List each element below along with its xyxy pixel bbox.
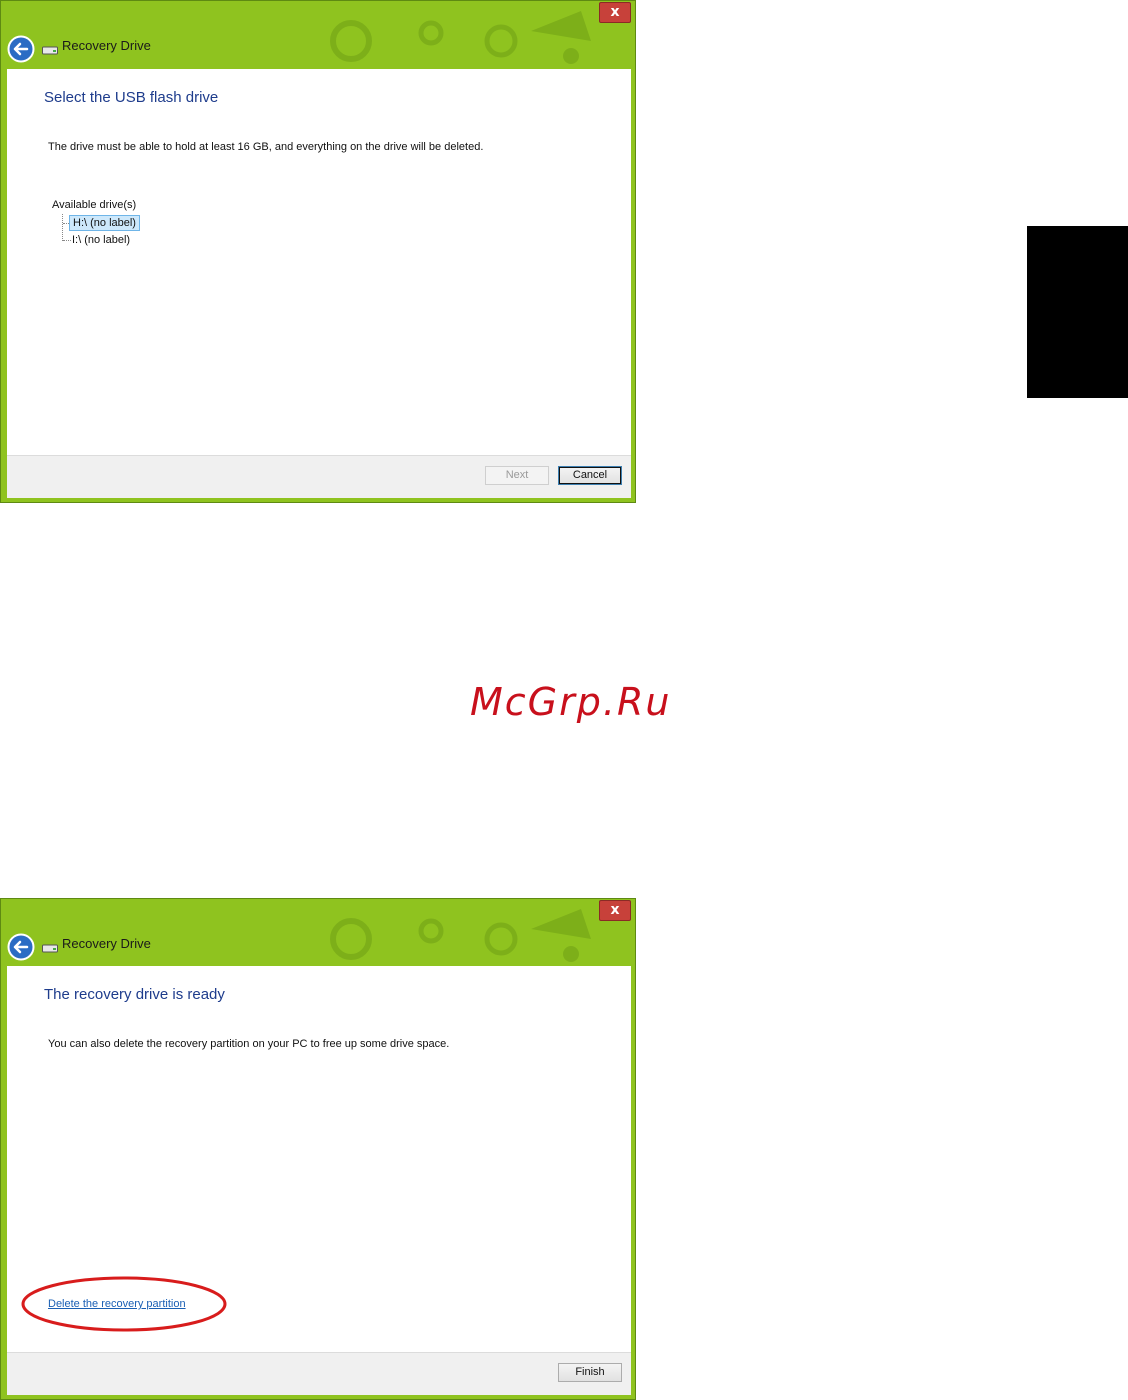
back-arrow-icon[interactable]	[7, 933, 35, 961]
page-side-tab	[1027, 226, 1128, 398]
title-bar[interactable]: x Recovery Drive	[1, 899, 635, 965]
description-text: You can also delete the recovery partiti…	[48, 1038, 450, 1050]
cancel-button[interactable]: Cancel	[558, 466, 622, 485]
close-button[interactable]: x	[599, 900, 631, 921]
content-area: The recovery drive is ready You can also…	[7, 966, 631, 1354]
available-drives-label: Available drive(s)	[52, 199, 137, 211]
background-decoration-icon	[330, 909, 591, 962]
window-title: Recovery Drive	[62, 38, 151, 53]
next-button[interactable]: Next	[485, 466, 549, 485]
drive-item-h[interactable]: H:\ (no label)	[69, 215, 140, 231]
background-decoration-icon	[330, 11, 591, 64]
close-button[interactable]: x	[599, 2, 631, 23]
page-title: The recovery drive is ready	[44, 986, 225, 1003]
title-bar[interactable]: x Recovery Drive	[1, 1, 635, 67]
drive-icon	[42, 46, 58, 55]
content-area: Select the USB flash drive The drive mus…	[7, 69, 631, 456]
recovery-drive-window-select: x Recovery Drive Select the USB flash dr…	[0, 0, 636, 503]
page-title: Select the USB flash drive	[44, 89, 219, 106]
recovery-drive-window-ready: x Recovery Drive The recovery drive is r…	[0, 898, 636, 1400]
finish-button[interactable]: Finish	[558, 1363, 622, 1382]
watermark-text: McGrp.Ru	[470, 680, 672, 724]
tree-connector	[62, 214, 63, 241]
drive-item-i[interactable]: I:\ (no label)	[69, 233, 133, 247]
button-bar: Finish	[7, 1352, 631, 1395]
back-arrow-icon[interactable]	[7, 35, 35, 63]
button-bar: Next Cancel	[7, 455, 631, 498]
delete-recovery-partition-link[interactable]: Delete the recovery partition	[48, 1298, 186, 1310]
window-title: Recovery Drive	[62, 936, 151, 951]
description-text: The drive must be able to hold at least …	[48, 141, 484, 153]
drive-icon	[42, 944, 58, 953]
